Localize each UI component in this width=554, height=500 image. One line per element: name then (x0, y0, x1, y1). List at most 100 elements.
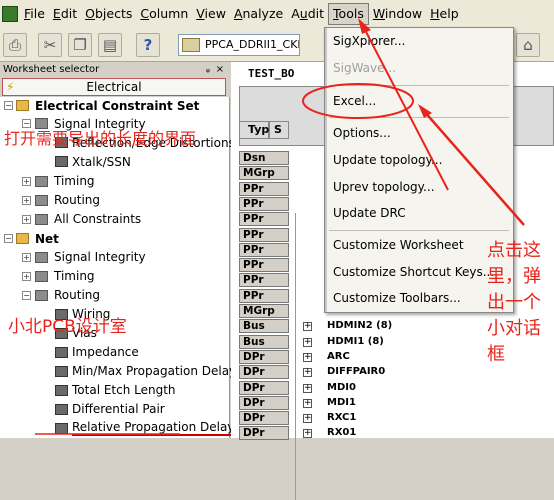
tree-ecs-xtalk[interactable]: Xtalk/SSN (72, 153, 131, 171)
network-icon[interactable]: ⌂ (516, 33, 540, 57)
menu-update-topology[interactable]: Update topology... (333, 151, 442, 169)
row-type-cell[interactable]: MGrp (239, 304, 289, 318)
menu-excel[interactable]: Excel... (333, 92, 376, 110)
row-type-cell[interactable]: DPr (239, 426, 289, 441)
row-expand-icon[interactable]: + (303, 398, 312, 408)
tree-net-diff-pair[interactable]: Differential Pair (72, 400, 165, 418)
row-type-cell[interactable]: PPr (239, 242, 289, 257)
menu-sigxplorer[interactable]: SigXplorer... (333, 32, 405, 50)
row-expand-icon[interactable]: + (303, 383, 312, 393)
electrical-tab[interactable]: ⚡ Electrical (2, 78, 226, 96)
tree-ecs-all[interactable]: All Constraints (54, 210, 141, 228)
row-name-cell[interactable]: HDMIN2 (8) (327, 319, 392, 333)
tree-net-timing[interactable]: Timing (54, 267, 95, 285)
menu-bar: File Edit Objects Column View Analyze Au… (0, 0, 554, 28)
row-name-cell[interactable]: HDMI1 (8) (327, 335, 384, 349)
row-expand-icon[interactable]: + (303, 322, 312, 332)
row-type-cell[interactable]: MGrp (239, 166, 289, 181)
print-icon[interactable]: ⎙ (3, 33, 27, 57)
collapse-icon[interactable]: − (22, 291, 31, 300)
menu-options[interactable]: Options... (333, 124, 391, 142)
tree-net-signal-integrity[interactable]: Signal Integrity (54, 248, 146, 266)
collapse-icon[interactable]: − (22, 119, 31, 128)
row-name-cell[interactable]: RX01 (327, 426, 356, 440)
row-type-cell[interactable]: PPr (239, 212, 289, 227)
copy-icon[interactable]: ❐ (68, 33, 92, 57)
menu-audit[interactable]: Audit (287, 4, 328, 24)
tree-net-minmax[interactable]: Min/Max Propagation Delay (72, 362, 236, 380)
close-icon[interactable]: × (216, 62, 224, 78)
expand-icon[interactable]: + (22, 272, 31, 281)
menu-customize-shortcut[interactable]: Customize Shortcut Keys... (333, 263, 494, 281)
menu-customize-toolbars[interactable]: Customize Toolbars... (333, 289, 461, 307)
tree-electrical-constraint-set[interactable]: Electrical Constraint Set (35, 97, 199, 115)
row-expand-icon[interactable]: + (303, 368, 312, 378)
tree-net-routing[interactable]: Routing (54, 286, 100, 304)
menu-tools[interactable]: Tools (328, 3, 369, 25)
worksheet-icon (55, 385, 68, 396)
menu-update-drc[interactable]: Update DRC (333, 204, 406, 222)
row-expand-icon[interactable]: + (303, 337, 312, 347)
tree-ecs-timing[interactable]: Timing (54, 172, 95, 190)
menu-view[interactable]: View (192, 4, 230, 24)
app-icon (2, 6, 18, 22)
tree-ecs-routing[interactable]: Routing (54, 191, 100, 209)
folder-icon (16, 233, 29, 244)
row-type-cell[interactable]: PPr (239, 181, 289, 196)
row-expand-icon[interactable]: + (303, 352, 312, 362)
row-type-cell[interactable]: Dsn (239, 151, 289, 165)
menu-uprev-topology[interactable]: Uprev topology... (333, 178, 435, 196)
worksheet-icon (55, 347, 68, 358)
worksheet-folder-icon (35, 290, 48, 301)
row-type-cell[interactable]: DPr (239, 411, 289, 426)
row-type-cell[interactable]: PPr (239, 227, 289, 242)
row-expand-icon[interactable]: + (303, 429, 312, 439)
row-type-cell[interactable]: DPr (239, 395, 289, 410)
row-type-cell[interactable]: PPr (239, 258, 289, 273)
menu-column[interactable]: Column (136, 4, 192, 24)
menu-file[interactable]: File (20, 4, 49, 24)
menu-customize-worksheet[interactable]: Customize Worksheet (333, 236, 464, 254)
menu-analyze[interactable]: Analyze (230, 4, 287, 24)
expand-icon[interactable]: + (22, 196, 31, 205)
cut-icon[interactable]: ✂ (38, 33, 62, 57)
tree-net-relative[interactable]: Relative Propagation Delay (72, 418, 235, 436)
row-type-cell[interactable]: PPr (239, 273, 289, 288)
menu-objects[interactable]: Objects (81, 4, 136, 24)
pin-icon[interactable]: ᵩ (206, 62, 210, 78)
design-icon (182, 38, 200, 52)
tree-net-impedance[interactable]: Impedance (72, 343, 139, 361)
row-type-cell[interactable]: DPr (239, 380, 289, 395)
row-type-cell[interactable]: Bus (239, 319, 289, 334)
collapse-icon[interactable]: − (4, 234, 13, 243)
expand-icon[interactable]: + (22, 253, 31, 262)
row-name-cell[interactable]: RXC1 (327, 411, 356, 425)
menu-separator (329, 117, 509, 118)
tree-net-total-etch[interactable]: Total Etch Length (72, 381, 176, 399)
row-type-cell[interactable]: Bus (239, 334, 289, 349)
row-type-cell[interactable]: PPr (239, 288, 289, 303)
col-s-header[interactable]: S (269, 121, 289, 139)
help-icon[interactable]: ? (136, 33, 160, 57)
menu-help[interactable]: Help (426, 4, 463, 24)
annotation-line: 点击这 (487, 240, 541, 261)
collapse-icon[interactable]: − (4, 101, 13, 110)
row-name-cell[interactable]: ARC (327, 350, 350, 364)
tree-net[interactable]: Net (35, 230, 59, 248)
paste-icon[interactable]: ▤ (98, 33, 122, 57)
menu-window[interactable]: Window (369, 4, 426, 24)
expand-icon[interactable]: + (22, 177, 31, 186)
menu-edit[interactable]: Edit (49, 4, 81, 24)
row-type-cell[interactable]: DPr (239, 365, 289, 380)
col-type-header[interactable]: Type (239, 121, 277, 139)
menu-side-bar (325, 28, 327, 312)
row-name-cell[interactable]: DIFFPAIR0 (327, 365, 385, 379)
expand-icon[interactable]: + (22, 215, 31, 224)
row-type-cell[interactable]: PPr (239, 196, 289, 211)
row-name-cell[interactable]: MDI1 (327, 396, 356, 410)
row-name-cell[interactable]: MDI0 (327, 381, 356, 395)
row-expand-icon[interactable]: + (303, 414, 312, 424)
row-type-cell[interactable]: DPr (239, 349, 289, 364)
design-combo[interactable]: PPCA_DDRII1_CKN (178, 34, 300, 56)
worksheet-icon (55, 404, 68, 415)
